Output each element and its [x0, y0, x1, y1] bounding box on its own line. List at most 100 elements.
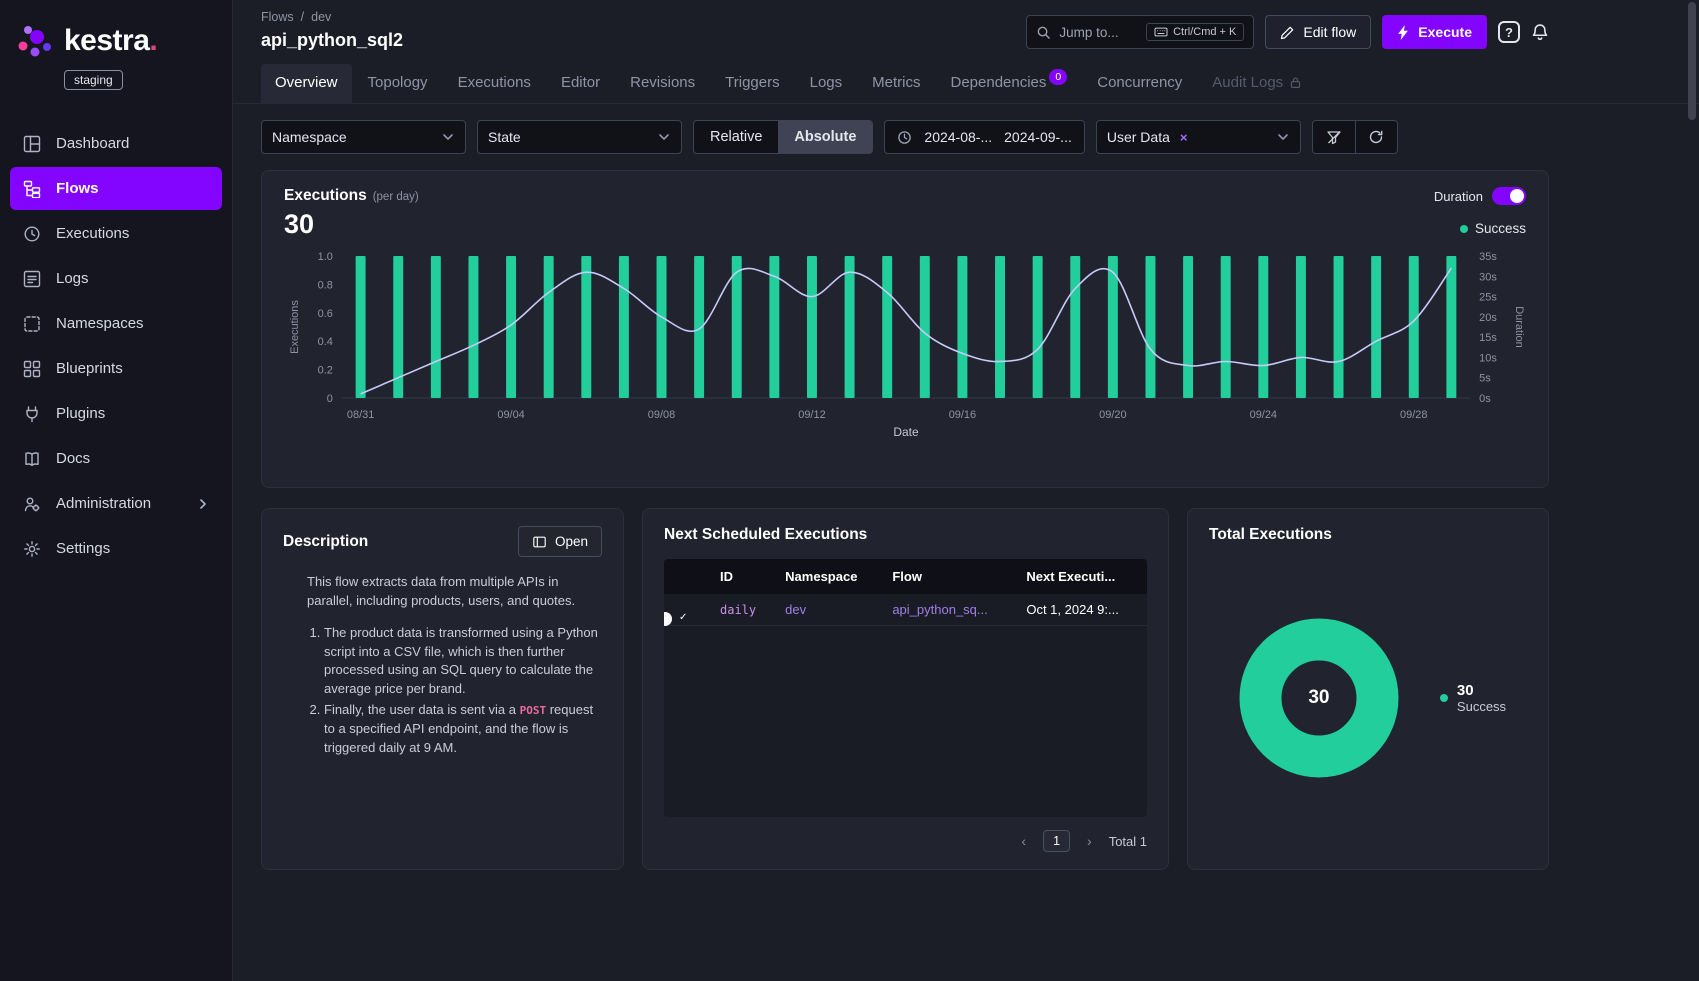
- date-mode-segmented: Relative Absolute: [693, 120, 873, 154]
- environment-badge: staging: [64, 70, 123, 90]
- sidebar-item-executions[interactable]: Executions: [10, 212, 222, 255]
- tab-dependencies[interactable]: Dependencies0: [937, 64, 1082, 103]
- scrollbar-thumb[interactable]: [1688, 2, 1696, 120]
- overview-content: Executions (per day) 30 Duration Success: [233, 170, 1699, 981]
- edit-flow-button[interactable]: Edit flow: [1265, 15, 1371, 49]
- sidebar-item-label: Dashboard: [56, 135, 129, 152]
- svg-text:5s: 5s: [1479, 373, 1491, 385]
- toggle-column-header: [664, 559, 710, 594]
- sidebar: kestra. staging Dashboard Flows Executio…: [0, 0, 233, 981]
- sidebar-item-dashboard[interactable]: Dashboard: [10, 122, 222, 165]
- svg-text:1.0: 1.0: [318, 251, 333, 263]
- executions-chart: 00.20.40.60.81.00s5s10s15s20s25s30s35s08…: [284, 248, 1526, 444]
- post-code-token: POST: [520, 704, 547, 717]
- description-card: Description Open This flow extracts data…: [261, 508, 624, 870]
- donut-center-value: 30: [1230, 609, 1408, 787]
- sidebar-item-blueprints[interactable]: Blueprints: [10, 347, 222, 390]
- executions-total-count: 30: [284, 209, 419, 240]
- tab-overview[interactable]: Overview: [261, 64, 352, 103]
- sidebar-item-label: Flows: [56, 180, 99, 197]
- refresh-icon: [1368, 129, 1384, 145]
- column-header-flow: Flow: [882, 559, 1016, 594]
- main-area: Flows / dev api_python_sql2 Jump to... C…: [233, 0, 1699, 981]
- tab-metrics[interactable]: Metrics: [858, 64, 934, 103]
- flow-link[interactable]: api_python_sq...: [892, 602, 987, 617]
- svg-text:0: 0: [327, 393, 333, 405]
- svg-text:30s: 30s: [1479, 271, 1497, 283]
- settings-gear-icon: [22, 539, 42, 559]
- tab-topology[interactable]: Topology: [354, 64, 442, 103]
- brand-logo[interactable]: kestra.: [0, 20, 232, 62]
- logs-icon: [22, 269, 42, 289]
- jump-to-search[interactable]: Jump to... Ctrl/Cmd + K: [1026, 15, 1254, 49]
- date-range-picker[interactable]: 2024-08-... 2024-09-...: [884, 120, 1084, 154]
- tab-revisions[interactable]: Revisions: [616, 64, 709, 103]
- state-filter-select[interactable]: State: [477, 120, 682, 154]
- page-number[interactable]: 1: [1043, 830, 1070, 852]
- lightning-icon: [1397, 25, 1410, 40]
- next-execution-date: Oct 1, 2024 9:...: [1026, 602, 1119, 617]
- namespace-link[interactable]: dev: [785, 602, 806, 617]
- jump-to-placeholder: Jump to...: [1059, 25, 1118, 40]
- sidebar-item-administration[interactable]: Administration: [10, 482, 222, 525]
- svg-text:0.8: 0.8: [318, 279, 333, 291]
- executions-card: Executions (per day) 30 Duration Success: [261, 170, 1549, 488]
- description-intro: This flow extracts data from multiple AP…: [307, 573, 602, 611]
- description-title: Description: [283, 533, 368, 551]
- success-legend-label: Success: [1475, 221, 1526, 236]
- svg-text:08/31: 08/31: [347, 409, 374, 421]
- dashboard-icon: [22, 134, 42, 154]
- bell-icon[interactable]: [1531, 23, 1549, 41]
- open-description-button[interactable]: Open: [518, 526, 602, 557]
- total-executions-card: Total Executions 30 30 Success: [1187, 508, 1549, 870]
- svg-text:Date: Date: [893, 425, 919, 439]
- svg-text:Executions: Executions: [289, 300, 301, 354]
- namespace-filter-select[interactable]: Namespace: [261, 120, 466, 154]
- sidebar-item-label: Plugins: [56, 405, 105, 422]
- tab-editor[interactable]: Editor: [547, 64, 614, 103]
- date-start[interactable]: 2024-08-...: [924, 129, 992, 145]
- prev-page-button[interactable]: ‹: [1017, 833, 1030, 849]
- sidebar-item-flows[interactable]: Flows: [10, 167, 222, 210]
- sidebar-item-namespaces[interactable]: Namespaces: [10, 302, 222, 345]
- tab-audit-logs: Audit Logs: [1198, 64, 1316, 103]
- clear-filters-button[interactable]: [1313, 121, 1355, 153]
- refresh-button[interactable]: [1355, 121, 1397, 153]
- relative-option[interactable]: Relative: [694, 121, 778, 153]
- duration-toggle-label: Duration: [1434, 189, 1483, 204]
- duration-toggle[interactable]: [1492, 187, 1526, 205]
- tab-concurrency[interactable]: Concurrency: [1083, 64, 1196, 103]
- svg-text:09/24: 09/24: [1250, 409, 1277, 421]
- help-icon[interactable]: ?: [1498, 21, 1520, 43]
- description-list-item: The product data is transformed using a …: [324, 624, 602, 699]
- execute-button[interactable]: Execute: [1382, 15, 1487, 49]
- tab-logs[interactable]: Logs: [796, 64, 857, 103]
- tag-close-icon[interactable]: ×: [1180, 130, 1188, 145]
- breadcrumb-namespace[interactable]: dev: [311, 10, 331, 24]
- namespaces-icon: [22, 314, 42, 334]
- sidebar-item-label: Blueprints: [56, 360, 123, 377]
- chart-data-select[interactable]: User Data ×: [1096, 120, 1301, 154]
- date-end[interactable]: 2024-09-...: [1004, 129, 1072, 145]
- keyboard-icon: [1154, 26, 1168, 38]
- sidebar-item-docs[interactable]: Docs: [10, 437, 222, 480]
- chevron-down-icon: [1276, 130, 1290, 144]
- pagination-total: Total 1: [1109, 834, 1147, 849]
- sidebar-item-label: Namespaces: [56, 315, 144, 332]
- breadcrumb-flows[interactable]: Flows: [261, 10, 294, 24]
- tab-triggers[interactable]: Triggers: [711, 64, 793, 103]
- svg-text:09/12: 09/12: [798, 409, 825, 421]
- flows-icon: [22, 179, 42, 199]
- sidebar-item-plugins[interactable]: Plugins: [10, 392, 222, 435]
- sidebar-item-settings[interactable]: Settings: [10, 527, 222, 570]
- topbar: Flows / dev api_python_sql2 Jump to... C…: [233, 0, 1699, 51]
- next-page-button[interactable]: ›: [1083, 833, 1096, 849]
- absolute-option[interactable]: Absolute: [778, 121, 872, 153]
- sidebar-item-logs[interactable]: Logs: [10, 257, 222, 300]
- donut-legend-value: 30: [1457, 682, 1506, 699]
- administration-icon: [22, 494, 42, 514]
- tab-executions[interactable]: Executions: [444, 64, 545, 103]
- column-header-next-execution: Next Executi...: [1016, 559, 1147, 594]
- filter-off-icon: [1326, 129, 1342, 145]
- sidebar-menu: Dashboard Flows Executions Logs Namespac…: [0, 122, 232, 570]
